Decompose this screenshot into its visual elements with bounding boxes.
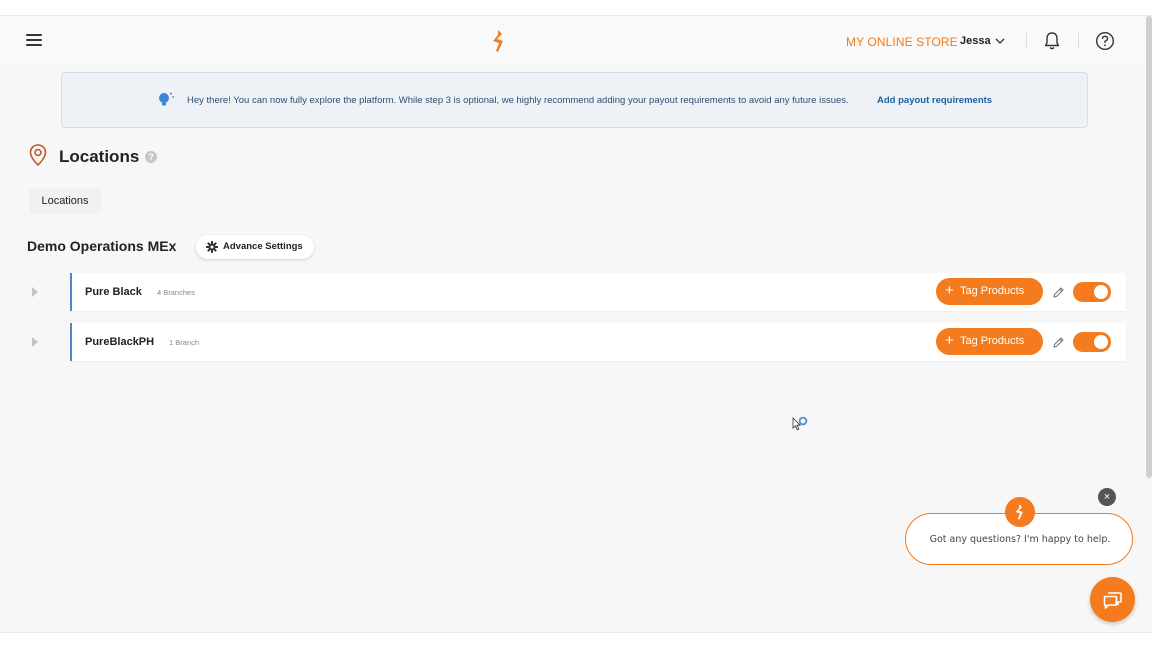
location-name: Pure Black [85, 286, 142, 298]
banner-message: Hey there! You can now fully explore the… [187, 95, 849, 106]
header-divider [1026, 33, 1027, 49]
advance-settings-button[interactable]: Advance Settings [196, 235, 314, 259]
chat-message: Got any questions? I'm happy to help. [929, 534, 1111, 545]
group-title: Demo Operations MEx [27, 238, 177, 254]
chat-avatar-icon [1005, 497, 1035, 527]
scrollbar[interactable] [1146, 16, 1152, 478]
tag-products-label: Tag Products [960, 335, 1025, 347]
tag-products-button[interactable]: + Tag Products [936, 278, 1043, 305]
edit-pencil-icon[interactable] [1052, 336, 1065, 349]
plus-icon: + [945, 282, 954, 299]
branch-count: 4 Branches [157, 288, 195, 297]
top-strip [0, 0, 1152, 16]
chevron-down-icon[interactable] [994, 36, 1006, 46]
bell-icon[interactable] [1043, 31, 1061, 51]
page-title: Locations [59, 147, 140, 166]
chat-bubbles-icon [1103, 592, 1122, 609]
chat-close-button[interactable]: × [1098, 488, 1116, 506]
tab-locations[interactable]: Locations [29, 188, 101, 214]
help-circle-icon[interactable] [1095, 31, 1115, 51]
brand-logo-icon[interactable] [489, 29, 509, 53]
branch-count: 1 Branch [169, 338, 200, 347]
plus-icon: + [945, 332, 954, 349]
header-divider [1078, 33, 1079, 49]
advance-settings-label: Advance Settings [223, 241, 303, 252]
chat-launcher-button[interactable] [1090, 577, 1135, 622]
location-toggle[interactable] [1073, 282, 1111, 302]
tag-products-label: Tag Products [960, 285, 1025, 297]
bottom-strip [0, 632, 1152, 649]
gear-icon [206, 241, 218, 253]
tag-products-button[interactable]: + Tag Products [936, 328, 1043, 355]
expand-arrow-icon[interactable] [30, 286, 40, 298]
user-menu[interactable]: Jessa [960, 35, 991, 47]
hamburger-icon[interactable] [26, 34, 42, 48]
help-badge-icon[interactable]: ? [145, 151, 157, 163]
lightbulb-icon [159, 92, 174, 106]
location-toggle[interactable] [1073, 332, 1111, 352]
loading-cursor-icon [792, 416, 808, 431]
table-row: Pure Black 4 Branches + Tag Products [32, 273, 1126, 311]
edit-pencil-icon[interactable] [1052, 286, 1065, 299]
table-row: PureBlackPH 1 Branch + Tag Products [32, 323, 1126, 361]
location-pin-icon [29, 144, 47, 167]
add-payout-requirements-link[interactable]: Add payout requirements [877, 95, 992, 106]
location-name: PureBlackPH [85, 336, 155, 348]
store-name-link[interactable]: MY ONLINE STORE [846, 35, 958, 49]
payout-banner: Hey there! You can now fully explore the… [61, 72, 1088, 128]
expand-arrow-icon[interactable] [30, 336, 40, 348]
